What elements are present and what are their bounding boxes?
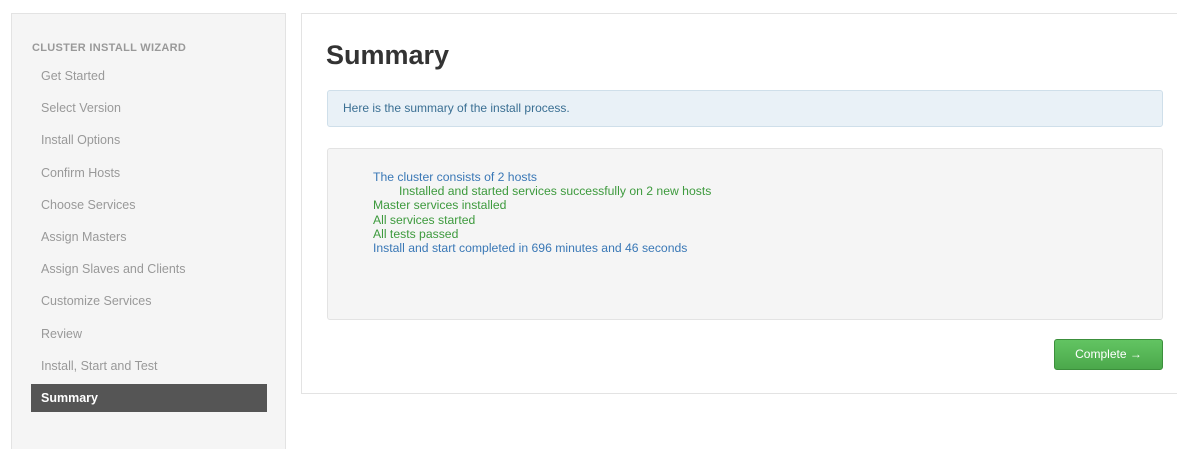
step-review[interactable]: Review	[31, 318, 267, 350]
info-alert: Here is the summary of the install proce…	[327, 90, 1163, 127]
wizard-sidebar: CLUSTER INSTALL WIZARD Get Started Selec…	[11, 13, 286, 449]
step-customize-services[interactable]: Customize Services	[31, 285, 267, 317]
step-choose-services[interactable]: Choose Services	[31, 189, 267, 221]
install-results-box: The cluster consists of 2 hosts Installe…	[327, 148, 1163, 320]
result-line-cluster-hosts: The cluster consists of 2 hosts	[373, 170, 537, 184]
step-assign-masters[interactable]: Assign Masters	[31, 221, 267, 253]
result-line-completion-time: Install and start completed in 696 minut…	[373, 241, 688, 256]
complete-button[interactable]: Complete →	[1054, 339, 1163, 370]
wizard-steps-list: Get Started Select Version Install Optio…	[31, 60, 267, 412]
step-install-options[interactable]: Install Options	[31, 124, 267, 156]
step-confirm-hosts[interactable]: Confirm Hosts	[31, 157, 267, 189]
page-title: Summary	[326, 40, 450, 70]
summary-panel: Summary Here is the summary of the insta…	[301, 13, 1177, 394]
step-select-version[interactable]: Select Version	[31, 92, 267, 124]
result-lines: The cluster consists of 2 hosts Installe…	[373, 170, 711, 255]
result-line-master-services: Master services installed	[373, 198, 507, 213]
step-summary-active[interactable]: Summary	[31, 383, 267, 412]
sidebar-title: CLUSTER INSTALL WIZARD	[32, 42, 187, 54]
step-assign-slaves-and-clients[interactable]: Assign Slaves and Clients	[31, 253, 267, 285]
step-install-start-and-test[interactable]: Install, Start and Test	[31, 350, 267, 382]
result-line-tests-passed: All tests passed	[373, 226, 459, 241]
result-line-installed-started: Installed and started services successfu…	[399, 184, 712, 199]
step-get-started[interactable]: Get Started	[31, 60, 267, 92]
result-line-services-started: All services started	[373, 212, 476, 227]
